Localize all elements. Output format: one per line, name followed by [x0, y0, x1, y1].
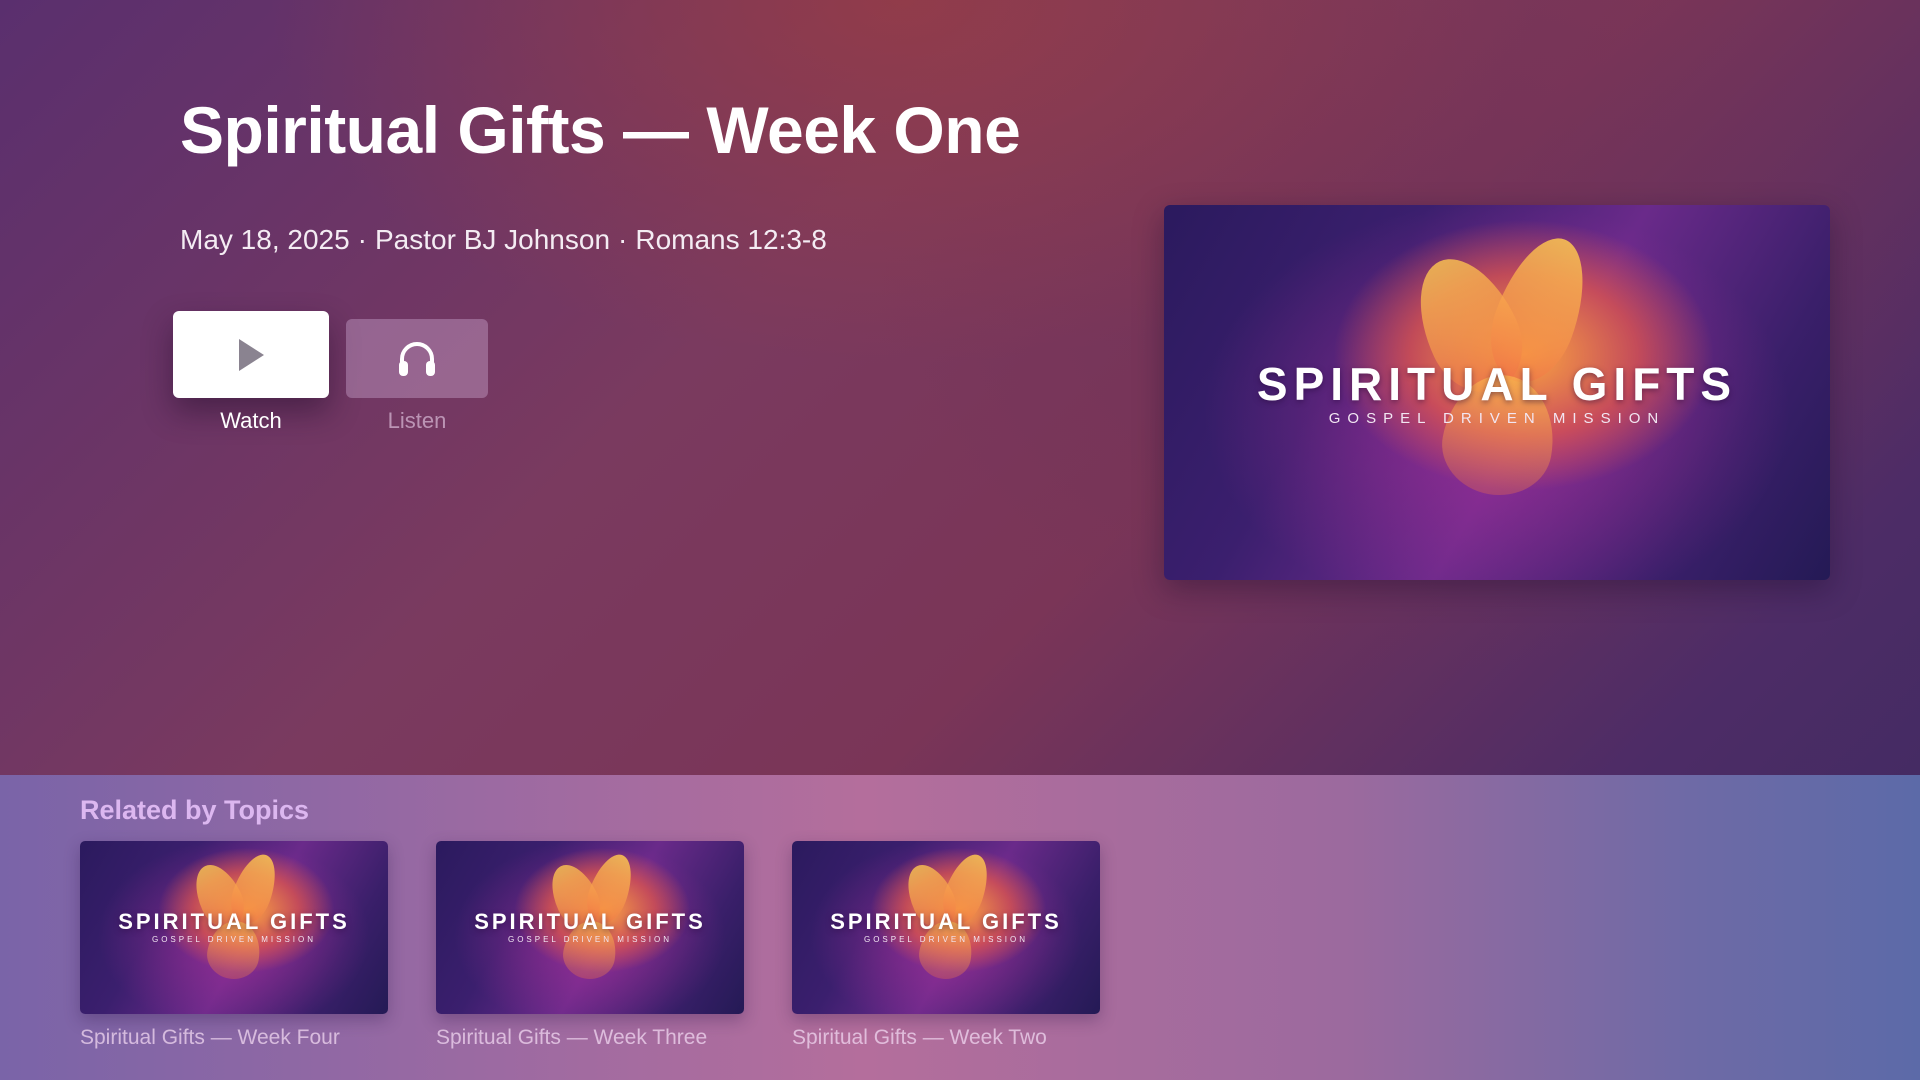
hero-section: Spiritual Gifts — Week One May 18, 2025 ·…	[0, 0, 1920, 775]
sermon-scripture: Romans 12:3-8	[635, 224, 827, 255]
meta-separator: ·	[357, 224, 367, 255]
related-card[interactable]: SPIRITUAL GIFTS GOSPEL DRIVEN MISSION Sp…	[792, 841, 1100, 1050]
artwork-image: SPIRITUAL GIFTS GOSPEL DRIVEN MISSION	[80, 841, 388, 1014]
meta-separator: ·	[618, 224, 628, 255]
watch-button[interactable]	[173, 311, 329, 398]
related-thumbnail[interactable]: SPIRITUAL GIFTS GOSPEL DRIVEN MISSION	[436, 841, 744, 1014]
related-card[interactable]: SPIRITUAL GIFTS GOSPEL DRIVEN MISSION Sp…	[436, 841, 744, 1050]
artwork-subtitle: GOSPEL DRIVEN MISSION	[151, 935, 317, 944]
watch-label: Watch	[220, 408, 282, 433]
watch-action[interactable]: Watch	[173, 311, 329, 434]
artwork-title: SPIRITUAL GIFTS	[1256, 358, 1738, 410]
related-card-label: Spiritual Gifts — Week Two	[792, 1026, 1047, 1049]
play-icon	[239, 338, 264, 371]
artwork-title: SPIRITUAL GIFTS	[118, 909, 350, 934]
artwork-image: SPIRITUAL GIFTS GOSPEL DRIVEN MISSION	[792, 841, 1100, 1014]
artwork-title: SPIRITUAL GIFTS	[830, 909, 1062, 934]
sermon-artwork: SPIRITUAL GIFTS GOSPEL DRIVEN MISSION	[1164, 205, 1830, 580]
related-card[interactable]: SPIRITUAL GIFTS GOSPEL DRIVEN MISSION Sp…	[80, 841, 388, 1050]
related-card-label: Spiritual Gifts — Week Three	[436, 1026, 708, 1049]
artwork-title: SPIRITUAL GIFTS	[474, 909, 706, 934]
sermon-speaker: Pastor BJ Johnson	[375, 224, 611, 255]
headphones-icon	[399, 341, 435, 376]
related-card-label: Spiritual Gifts — Week Four	[80, 1026, 340, 1049]
related-thumbnail[interactable]: SPIRITUAL GIFTS GOSPEL DRIVEN MISSION	[80, 841, 388, 1014]
artwork-subtitle: GOSPEL DRIVEN MISSION	[507, 935, 673, 944]
listen-action[interactable]: Listen	[346, 319, 488, 434]
sermon-meta: May 18, 2025 · Pastor BJ Johnson · Romans 12…	[180, 224, 827, 256]
related-heading: Related by Topics	[80, 795, 310, 825]
artwork-subtitle: GOSPEL DRIVEN MISSION	[1328, 410, 1666, 427]
related-thumbnail[interactable]: SPIRITUAL GIFTS GOSPEL DRIVEN MISSION	[792, 841, 1100, 1014]
artwork-image: SPIRITUAL GIFTS GOSPEL DRIVEN MISSION	[436, 841, 744, 1014]
page-title: Spiritual Gifts — Week One	[180, 93, 1021, 167]
listen-button[interactable]	[346, 319, 488, 398]
artwork-subtitle: GOSPEL DRIVEN MISSION	[863, 935, 1029, 944]
sermon-date: May 18, 2025	[180, 224, 350, 255]
listen-label: Listen	[387, 408, 447, 433]
artwork-image: SPIRITUAL GIFTS GOSPEL DRIVEN MISSION	[1164, 205, 1830, 580]
related-section: Related by Topics SPIRITUAL GIFTS GOSPEL…	[0, 775, 1920, 1080]
